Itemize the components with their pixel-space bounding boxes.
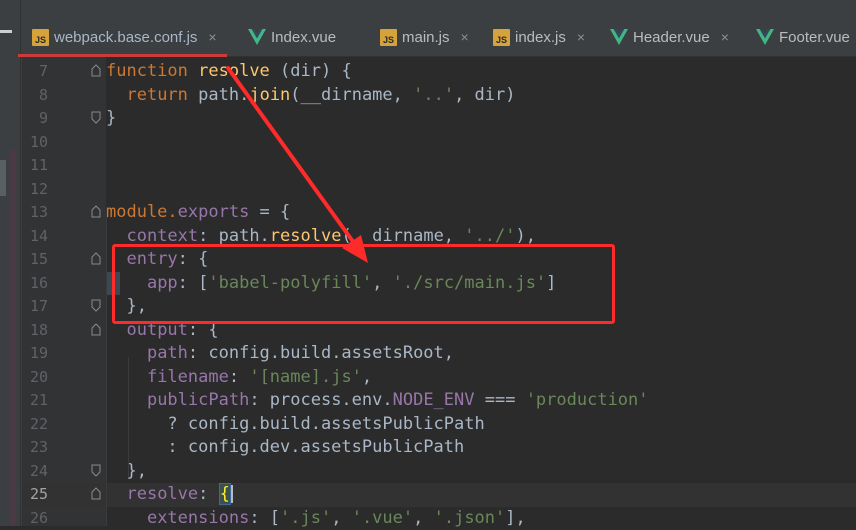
code-text: resolve: { bbox=[106, 483, 233, 507]
fold-open-icon[interactable] bbox=[91, 252, 101, 265]
line-number: 15 bbox=[22, 248, 48, 272]
code-text: module.exports = { bbox=[106, 201, 290, 225]
line-number: 8 bbox=[22, 84, 48, 108]
close-icon[interactable]: × bbox=[208, 29, 216, 45]
vue-file-icon bbox=[248, 29, 266, 45]
line-number: 18 bbox=[22, 319, 48, 343]
code-text: publicPath: process.env.NODE_ENV === 'pr… bbox=[106, 389, 649, 413]
line-number: 25 bbox=[22, 483, 48, 507]
code-line[interactable]: 9 } bbox=[22, 107, 856, 131]
fold-open-icon[interactable] bbox=[91, 205, 101, 218]
line-number: 20 bbox=[22, 366, 48, 390]
code-text: function resolve (dir) { bbox=[106, 60, 352, 84]
tab-index-js[interactable]: JS index.js × bbox=[493, 20, 585, 54]
line-number: 19 bbox=[22, 342, 48, 366]
line-number: 11 bbox=[22, 154, 48, 178]
line-number: 10 bbox=[22, 131, 48, 155]
line-number: 13 bbox=[22, 201, 48, 225]
code-text: : config.dev.assetsPublicPath bbox=[106, 436, 464, 460]
code-text: extensions: ['.js', '.vue', '.json'], bbox=[106, 507, 526, 530]
code-line[interactable]: 10 bbox=[22, 131, 856, 155]
code-line[interactable]: 11 bbox=[22, 154, 856, 178]
editor-tab-bar: JS webpack.base.conf.js × Index.vue JS m… bbox=[22, 0, 856, 57]
code-line[interactable]: 24 }, bbox=[22, 460, 856, 484]
vue-file-icon bbox=[756, 29, 774, 45]
fold-end-icon[interactable] bbox=[91, 111, 101, 124]
tab-label: Index.vue bbox=[271, 29, 336, 46]
js-file-icon: JS bbox=[380, 29, 397, 46]
line-number: 22 bbox=[22, 413, 48, 437]
tab-header-vue[interactable]: Header.vue × bbox=[610, 20, 729, 54]
close-icon[interactable]: × bbox=[721, 29, 729, 45]
js-file-icon: JS bbox=[32, 29, 49, 46]
matched-brace: { bbox=[219, 483, 231, 505]
code-line[interactable]: 12 bbox=[22, 178, 856, 202]
indent-guide bbox=[128, 357, 129, 477]
fold-open-icon[interactable] bbox=[91, 323, 101, 336]
close-icon[interactable]: × bbox=[577, 29, 585, 45]
fold-open-icon[interactable] bbox=[91, 64, 101, 77]
code-text: path: config.build.assetsRoot, bbox=[106, 342, 454, 366]
code-line[interactable]: 8 return path.join(__dirname, '..', dir) bbox=[22, 84, 856, 108]
tab-webpack-base-conf[interactable]: JS webpack.base.conf.js × bbox=[32, 20, 217, 54]
strip-divider bbox=[20, 0, 21, 526]
scroll-thumb[interactable] bbox=[0, 160, 6, 196]
tab-label: webpack.base.conf.js bbox=[54, 29, 197, 46]
code-line[interactable]: 26 extensions: ['.js', '.vue', '.json'], bbox=[22, 507, 856, 530]
strip-marker[interactable] bbox=[0, 30, 12, 33]
code-text: filename: '[name].js', bbox=[106, 366, 372, 390]
js-file-icon: JS bbox=[493, 29, 510, 46]
left-tool-strip bbox=[0, 0, 22, 526]
code-line[interactable]: 20 filename: '[name].js', bbox=[22, 366, 856, 390]
tab-index-vue[interactable]: Index.vue bbox=[248, 20, 336, 54]
tab-label: Header.vue bbox=[633, 29, 710, 46]
code-line[interactable]: 7 function resolve (dir) { bbox=[22, 60, 856, 84]
fold-end-icon[interactable] bbox=[91, 464, 101, 477]
close-icon[interactable]: × bbox=[461, 29, 469, 45]
tab-label: index.js bbox=[515, 29, 566, 46]
line-number: 7 bbox=[22, 60, 48, 84]
annotation-highlight-box bbox=[112, 244, 615, 324]
code-line[interactable]: 22 ? config.build.assetsPublicPath bbox=[22, 413, 856, 437]
code-text: ? config.build.assetsPublicPath bbox=[106, 413, 485, 437]
tab-footer-vue[interactable]: Footer.vue bbox=[756, 20, 850, 54]
tab-main-js[interactable]: JS main.js × bbox=[380, 20, 469, 54]
line-number: 21 bbox=[22, 389, 48, 413]
line-number: 23 bbox=[22, 436, 48, 460]
line-number: 26 bbox=[22, 507, 48, 530]
tab-label: main.js bbox=[402, 29, 450, 46]
line-number: 14 bbox=[22, 225, 48, 249]
line-number: 9 bbox=[22, 107, 48, 131]
line-number: 16 bbox=[22, 272, 48, 296]
fold-end-icon[interactable] bbox=[91, 299, 101, 312]
code-text: return path.join(__dirname, '..', dir) bbox=[106, 84, 516, 108]
code-text: } bbox=[106, 107, 116, 131]
code-text: }, bbox=[106, 460, 147, 484]
line-number: 17 bbox=[22, 295, 48, 319]
code-line[interactable]: 21 publicPath: process.env.NODE_ENV === … bbox=[22, 389, 856, 413]
tab-label: Footer.vue bbox=[779, 29, 850, 46]
line-number: 24 bbox=[22, 460, 48, 484]
vue-file-icon bbox=[610, 29, 628, 45]
code-line[interactable]: 23 : config.dev.assetsPublicPath bbox=[22, 436, 856, 460]
strip-highlight bbox=[10, 150, 16, 526]
indent-guide bbox=[106, 217, 107, 526]
code-line[interactable]: 19 path: config.build.assetsRoot, bbox=[22, 342, 856, 366]
fold-open-icon[interactable] bbox=[91, 487, 101, 500]
line-number: 12 bbox=[22, 178, 48, 202]
text-caret bbox=[231, 485, 233, 503]
code-line-current[interactable]: 25 resolve: { bbox=[22, 483, 856, 507]
code-line[interactable]: 13 module.exports = { bbox=[22, 201, 856, 225]
